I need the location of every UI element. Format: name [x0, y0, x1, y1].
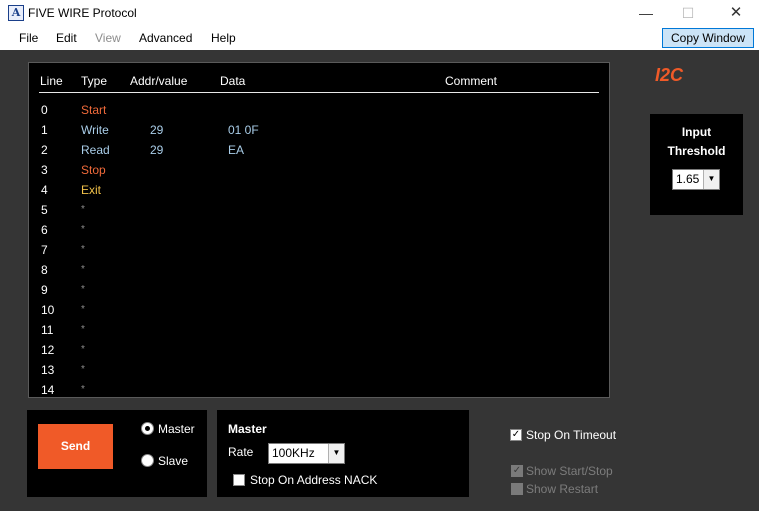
master-settings-title: Master	[228, 422, 267, 436]
row-addr-value[interactable]: 29	[150, 143, 163, 157]
row-type[interactable]: *	[81, 284, 85, 295]
header-line: Line	[40, 74, 63, 88]
row-line-number[interactable]: 11	[41, 323, 53, 337]
row-line-number[interactable]: 12	[41, 343, 54, 357]
row-line-number[interactable]: 8	[41, 263, 48, 277]
menu-edit[interactable]: Edit	[56, 31, 77, 45]
row-data[interactable]: 01 0F	[228, 123, 259, 137]
row-line-number[interactable]: 10	[41, 303, 54, 317]
row-type[interactable]: Read	[81, 143, 110, 157]
header-divider	[39, 92, 599, 93]
menu-help[interactable]: Help	[211, 31, 236, 45]
master-radio-label[interactable]: Master	[158, 422, 195, 436]
stop-on-timeout-checkbox[interactable]: ✓	[510, 429, 522, 441]
row-type[interactable]: Stop	[81, 163, 106, 177]
row-line-number[interactable]: 6	[41, 223, 48, 237]
row-data[interactable]: EA	[228, 143, 244, 157]
row-type[interactable]: Start	[81, 103, 106, 117]
row-line-number[interactable]: 13	[41, 363, 54, 377]
stop-on-nack-checkbox[interactable]	[233, 474, 245, 486]
row-type[interactable]: *	[81, 224, 85, 235]
app-logo-icon: A	[8, 5, 24, 21]
transaction-grid[interactable]: Line Type Addr/value Data Comment 0 Start…	[28, 62, 610, 398]
copy-window-button[interactable]: Copy Window	[662, 28, 754, 48]
threshold-panel: Input Threshold 1.65 ▼	[650, 114, 743, 215]
protocol-label: I2C	[655, 65, 684, 85]
row-type[interactable]: *	[81, 244, 85, 255]
chevron-down-icon[interactable]: ▼	[328, 444, 344, 463]
row-line-number[interactable]: 7	[41, 243, 48, 257]
row-line-number[interactable]: 1	[41, 123, 48, 137]
row-line-number[interactable]: 0	[41, 103, 48, 117]
slave-radio[interactable]	[141, 454, 154, 467]
menu-bar: File Edit View Advanced Help	[0, 28, 759, 50]
row-line-number[interactable]: 5	[41, 203, 48, 217]
show-start-stop-label[interactable]: Show Start/Stop	[526, 464, 613, 478]
header-addr: Addr/value	[130, 74, 188, 88]
header-data: Data	[220, 74, 246, 88]
row-type[interactable]: *	[81, 204, 85, 215]
show-restart-label[interactable]: Show Restart	[526, 482, 598, 496]
close-button[interactable]: ✕	[714, 0, 758, 28]
row-line-number[interactable]: 14	[41, 383, 54, 397]
row-line-number[interactable]: 9	[41, 283, 48, 297]
rate-label: Rate	[228, 445, 254, 459]
row-type[interactable]: Write	[81, 123, 109, 137]
row-type[interactable]: *	[81, 364, 85, 375]
threshold-select[interactable]: 1.65 ▼	[672, 169, 720, 190]
menu-file[interactable]: File	[19, 31, 38, 45]
window-title: FIVE WIRE Protocol	[28, 6, 137, 20]
threshold-label-line2: Threshold	[667, 144, 726, 158]
row-type[interactable]: *	[81, 324, 85, 335]
show-restart-checkbox[interactable]	[511, 483, 523, 495]
row-type[interactable]: *	[81, 304, 85, 315]
row-addr-value[interactable]: 29	[150, 123, 163, 137]
chevron-down-icon[interactable]: ▼	[703, 170, 719, 189]
maximize-button[interactable]: ☐	[666, 0, 710, 28]
row-line-number[interactable]: 3	[41, 163, 48, 177]
menu-view[interactable]: View	[95, 31, 121, 45]
row-type[interactable]: *	[81, 384, 85, 395]
stop-on-nack-label[interactable]: Stop On Address NACK	[250, 473, 377, 487]
threshold-label-line1: Input	[681, 125, 712, 139]
header-comment: Comment	[445, 74, 498, 88]
row-type[interactable]: *	[81, 264, 85, 275]
row-type[interactable]: *	[81, 344, 85, 355]
rate-value: 100KHz	[272, 446, 315, 460]
header-type: Type	[81, 74, 108, 88]
send-button[interactable]: Send	[38, 424, 113, 469]
stop-on-timeout-label[interactable]: Stop On Timeout	[526, 428, 616, 442]
master-radio[interactable]	[141, 422, 154, 435]
show-start-stop-checkbox[interactable]: ✓	[511, 465, 523, 477]
threshold-value: 1.65	[676, 172, 700, 186]
row-line-number[interactable]: 2	[41, 143, 48, 157]
rate-select[interactable]: 100KHz ▼	[268, 443, 345, 464]
row-line-number[interactable]: 4	[41, 183, 48, 197]
title-bar: A FIVE WIRE Protocol — ☐ ✕	[0, 0, 759, 28]
send-panel: Send Master Slave	[27, 410, 207, 497]
slave-radio-label[interactable]: Slave	[158, 454, 188, 468]
minimize-button[interactable]: —	[624, 0, 668, 28]
row-type[interactable]: Exit	[81, 183, 101, 197]
master-settings-panel: Master Rate 100KHz ▼ Stop On Address NAC…	[217, 410, 469, 497]
menu-advanced[interactable]: Advanced	[139, 31, 192, 45]
